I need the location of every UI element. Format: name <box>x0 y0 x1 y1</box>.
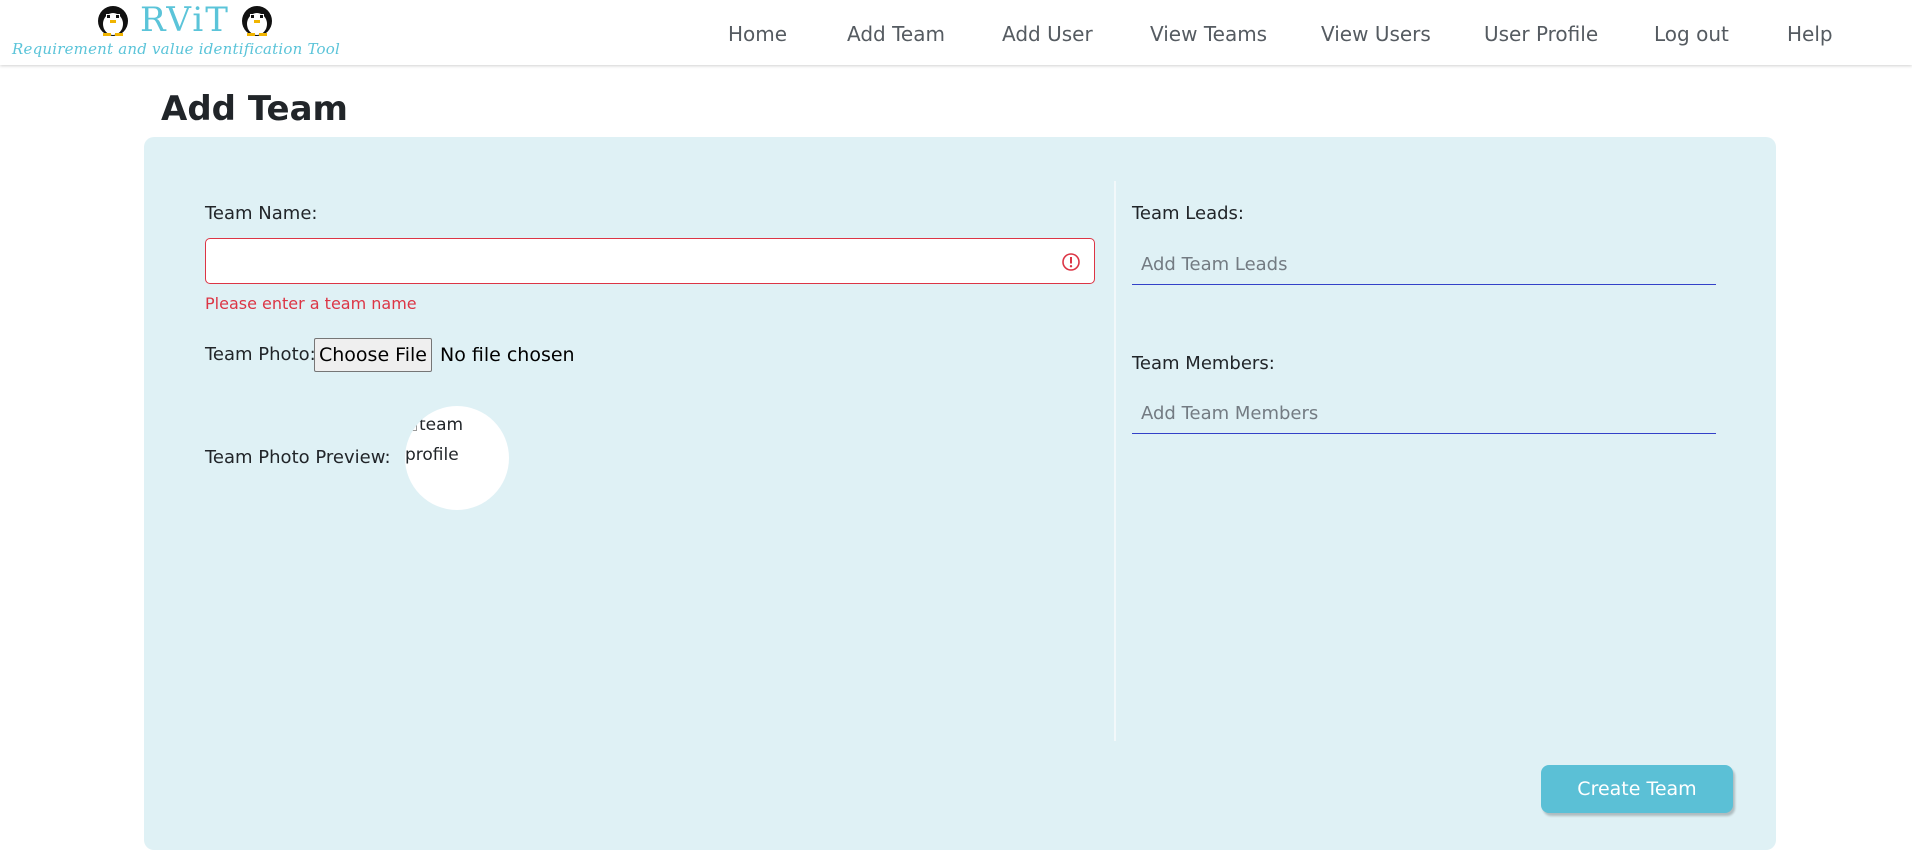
brand-tagline: Requirement and value identification Too… <box>12 40 340 58</box>
nav-log-out[interactable]: Log out <box>1654 22 1729 46</box>
team-leads-label: Team Leads: <box>1132 203 1244 224</box>
top-navbar: RViT Requirement and value identificatio… <box>0 0 1912 65</box>
create-team-button[interactable]: Create Team <box>1541 765 1733 813</box>
team-name-input[interactable] <box>205 238 1095 284</box>
brand-title-row: RViT <box>92 2 278 38</box>
nav-home[interactable]: Home <box>728 22 787 46</box>
team-members-label: Team Members: <box>1132 353 1275 374</box>
team-name-error: Please enter a team name <box>205 294 417 313</box>
team-leads-input[interactable] <box>1132 245 1716 285</box>
team-photo-preview-label: Team Photo Preview: <box>205 447 391 468</box>
page-title: Add Team <box>161 89 348 129</box>
file-status-text: No file chosen <box>440 344 575 366</box>
team-photo-label: Team Photo: <box>205 344 316 365</box>
broken-image-icon <box>405 419 417 431</box>
nav-help[interactable]: Help <box>1787 22 1833 46</box>
team-photo-preview: team profile <box>405 406 509 510</box>
nav-add-team[interactable]: Add Team <box>847 22 945 46</box>
penguin-icon <box>98 6 128 36</box>
column-divider <box>1114 181 1116 741</box>
penguin-icon <box>241 6 272 36</box>
team-name-label: Team Name: <box>205 203 318 224</box>
add-team-form-card: Team Name: Please enter a team name Team… <box>144 137 1776 850</box>
brand-name: RViT <box>140 0 230 40</box>
brand-logo[interactable]: RViT Requirement and value identificatio… <box>10 0 380 65</box>
alert-circle-icon <box>1062 253 1080 271</box>
nav-add-user[interactable]: Add User <box>1002 22 1093 46</box>
team-photo-alt-text: team profile <box>405 410 505 470</box>
team-members-input[interactable] <box>1132 394 1716 434</box>
nav-user-profile[interactable]: User Profile <box>1484 22 1598 46</box>
nav-view-teams[interactable]: View Teams <box>1150 22 1267 46</box>
choose-file-button[interactable]: Choose File <box>314 338 432 372</box>
nav-view-users[interactable]: View Users <box>1321 22 1431 46</box>
